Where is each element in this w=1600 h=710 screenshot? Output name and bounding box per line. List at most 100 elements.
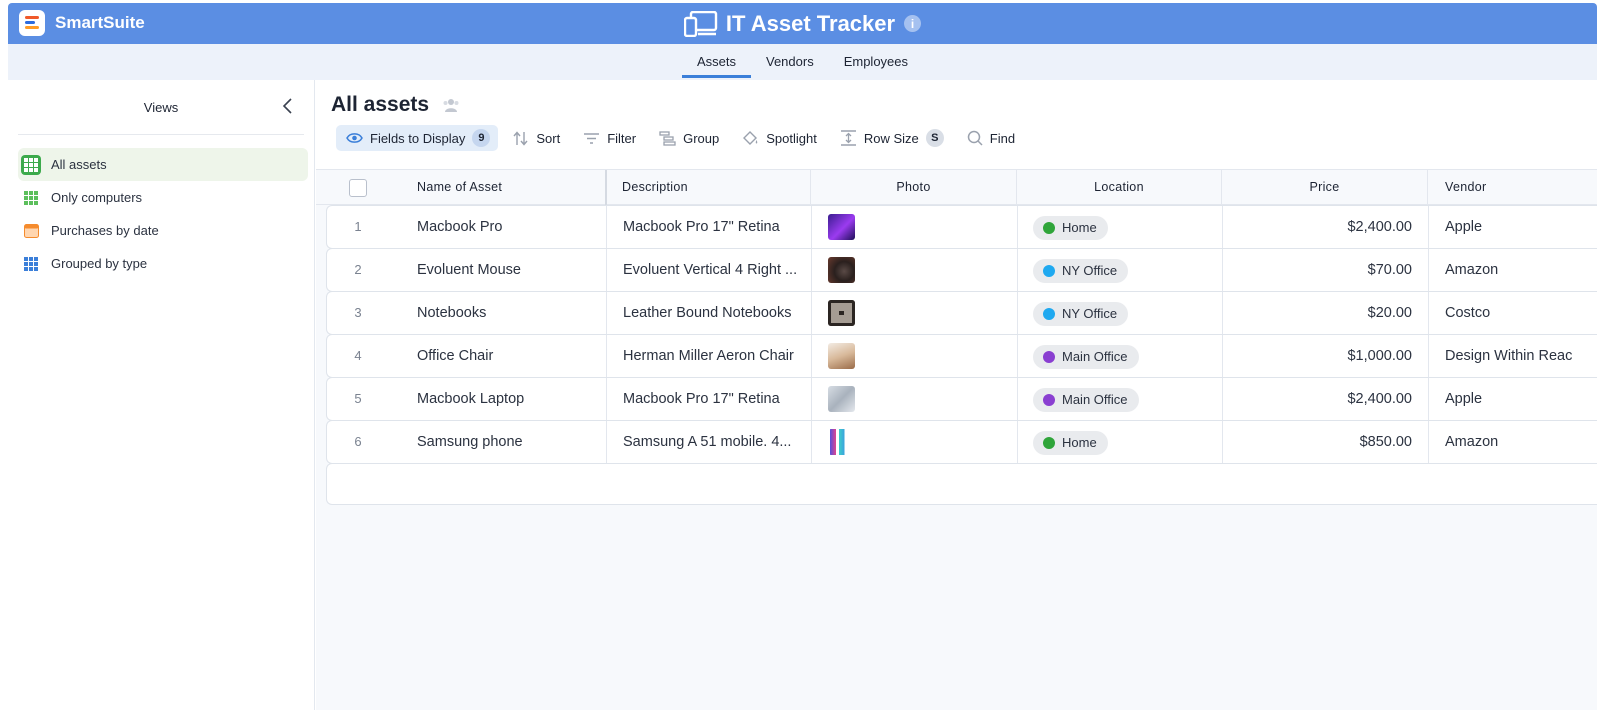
asset-name-cell[interactable]: Samsung phone [407, 421, 607, 463]
sort-button[interactable]: Sort [505, 125, 568, 151]
price-cell[interactable]: $850.00 [1223, 421, 1429, 463]
vendor-cell[interactable]: Apple [1429, 206, 1598, 248]
location-cell[interactable]: Main Office [1018, 378, 1223, 420]
asset-photo-thumbnail[interactable] [828, 257, 855, 283]
location-cell[interactable]: Home [1018, 206, 1223, 248]
price-cell[interactable]: $2,400.00 [1223, 206, 1429, 248]
info-icon[interactable]: i [904, 15, 922, 32]
asset-name-cell[interactable]: Notebooks [407, 292, 607, 334]
photo-cell[interactable] [812, 249, 1018, 291]
views-list: All assets Only computers Purchases by d… [18, 148, 308, 280]
column-header-description[interactable]: Description [607, 170, 811, 205]
description-cell[interactable]: Samsung A 51 mobile. 4... [607, 421, 812, 463]
grid-icon [21, 254, 41, 274]
location-cell[interactable]: NY Office [1018, 292, 1223, 334]
people-icon[interactable] [442, 97, 460, 113]
fields-count-badge: 9 [472, 129, 491, 147]
search-icon [967, 130, 983, 146]
table-row[interactable]: 6 Samsung phone Samsung A 51 mobile. 4..… [326, 420, 1597, 464]
location-tag: Main Office [1033, 388, 1139, 412]
table-row[interactable]: 4 Office Chair Herman Miller Aeron Chair… [326, 334, 1597, 378]
asset-photo-thumbnail[interactable] [828, 429, 855, 455]
brand[interactable]: SmartSuite [19, 10, 145, 36]
find-button[interactable]: Find [959, 125, 1023, 151]
filter-button[interactable]: Filter [575, 125, 644, 151]
sidebar-header: Views [18, 80, 304, 135]
asset-name-cell[interactable]: Macbook Pro [407, 206, 607, 248]
row-size-button[interactable]: Row Size S [832, 125, 952, 151]
description-cell[interactable]: Herman Miller Aeron Chair [607, 335, 812, 377]
column-header-price[interactable]: Price [1222, 170, 1428, 205]
description-cell[interactable]: Leather Bound Notebooks [607, 292, 812, 334]
location-tag: NY Office [1033, 302, 1129, 326]
photo-cell[interactable] [812, 335, 1018, 377]
location-cell[interactable]: NY Office [1018, 249, 1223, 291]
chevron-left-icon[interactable] [280, 97, 296, 115]
vendor-cell[interactable]: Costco [1429, 292, 1598, 334]
row-number: 3 [354, 305, 362, 320]
asset-name-cell[interactable]: Macbook Laptop [407, 378, 607, 420]
location-tag: Main Office [1033, 345, 1139, 369]
spotlight-label: Spotlight [766, 130, 817, 146]
select-all-checkbox[interactable] [349, 179, 367, 197]
asset-photo-thumbnail[interactable] [828, 386, 855, 412]
status-dot [1043, 394, 1055, 406]
column-header-name[interactable]: Name of Asset [406, 170, 607, 205]
location-cell[interactable]: Home [1018, 421, 1223, 463]
asset-photo-thumbnail[interactable] [828, 214, 855, 240]
view-item-grouped-by-type[interactable]: Grouped by type [18, 247, 308, 280]
photo-cell[interactable] [812, 292, 1018, 334]
price-cell[interactable]: $1,000.00 [1223, 335, 1429, 377]
tab-employees[interactable]: Employees [829, 44, 923, 78]
description-cell[interactable]: Macbook Pro 17" Retina [607, 206, 812, 248]
tab-assets[interactable]: Assets [681, 44, 752, 78]
price-cell[interactable]: $70.00 [1223, 249, 1429, 291]
eye-icon [346, 133, 363, 143]
photo-cell[interactable] [812, 421, 1018, 463]
price-cell[interactable]: $20.00 [1223, 292, 1429, 334]
location-label: Main Office [1062, 392, 1128, 407]
add-record-row[interactable] [326, 463, 1597, 505]
tabs-bar: Assets Vendors Employees [8, 44, 1597, 80]
group-button[interactable]: Group [651, 125, 727, 151]
photo-cell[interactable] [812, 378, 1018, 420]
grid-icon [21, 154, 41, 175]
status-dot [1043, 222, 1055, 234]
column-header-vendor[interactable]: Vendor [1428, 170, 1597, 205]
view-item-only-computers[interactable]: Only computers [18, 181, 308, 214]
app-title[interactable]: IT Asset Tracker i [683, 10, 922, 37]
calendar-icon [21, 221, 41, 241]
fields-to-display-button[interactable]: Fields to Display 9 [336, 125, 499, 151]
view-item-all-assets[interactable]: All assets [18, 148, 308, 181]
asset-name-cell[interactable]: Evoluent Mouse [407, 249, 607, 291]
photo-cell[interactable] [812, 206, 1018, 248]
location-cell[interactable]: Main Office [1018, 335, 1223, 377]
asset-name-cell[interactable]: Office Chair [407, 335, 607, 377]
description-cell[interactable]: Macbook Pro 17" Retina [607, 378, 812, 420]
table-row[interactable]: 5 Macbook Laptop Macbook Pro 17" Retina … [326, 377, 1597, 421]
column-header-location[interactable]: Location [1017, 170, 1222, 205]
table-row[interactable]: 3 Notebooks Leather Bound Notebooks NY O… [326, 291, 1597, 335]
spotlight-button[interactable]: Spotlight [734, 125, 825, 151]
column-header-photo[interactable]: Photo [811, 170, 1017, 205]
group-icon [659, 130, 676, 146]
row-number: 1 [354, 219, 362, 234]
view-label: All assets [51, 157, 107, 172]
view-item-purchases-by-date[interactable]: Purchases by date [18, 214, 308, 247]
status-dot [1043, 351, 1055, 363]
vendor-cell[interactable]: Design Within Reac [1429, 335, 1598, 377]
view-label: Purchases by date [51, 223, 159, 238]
vendor-cell[interactable]: Apple [1429, 378, 1598, 420]
status-dot [1043, 437, 1055, 449]
description-cell[interactable]: Evoluent Vertical 4 Right ... [607, 249, 812, 291]
price-cell[interactable]: $2,400.00 [1223, 378, 1429, 420]
table-row[interactable]: 1 Macbook Pro Macbook Pro 17" Retina Hom… [326, 205, 1597, 249]
location-tag: NY Office [1033, 259, 1129, 283]
vendor-cell[interactable]: Amazon [1429, 421, 1598, 463]
asset-photo-thumbnail[interactable] [828, 343, 855, 369]
asset-photo-thumbnail[interactable] [828, 300, 855, 326]
app-title-text: IT Asset Tracker [725, 10, 896, 36]
tab-vendors[interactable]: Vendors [751, 44, 829, 78]
table-row[interactable]: 2 Evoluent Mouse Evoluent Vertical 4 Rig… [326, 248, 1597, 292]
vendor-cell[interactable]: Amazon [1429, 249, 1598, 291]
